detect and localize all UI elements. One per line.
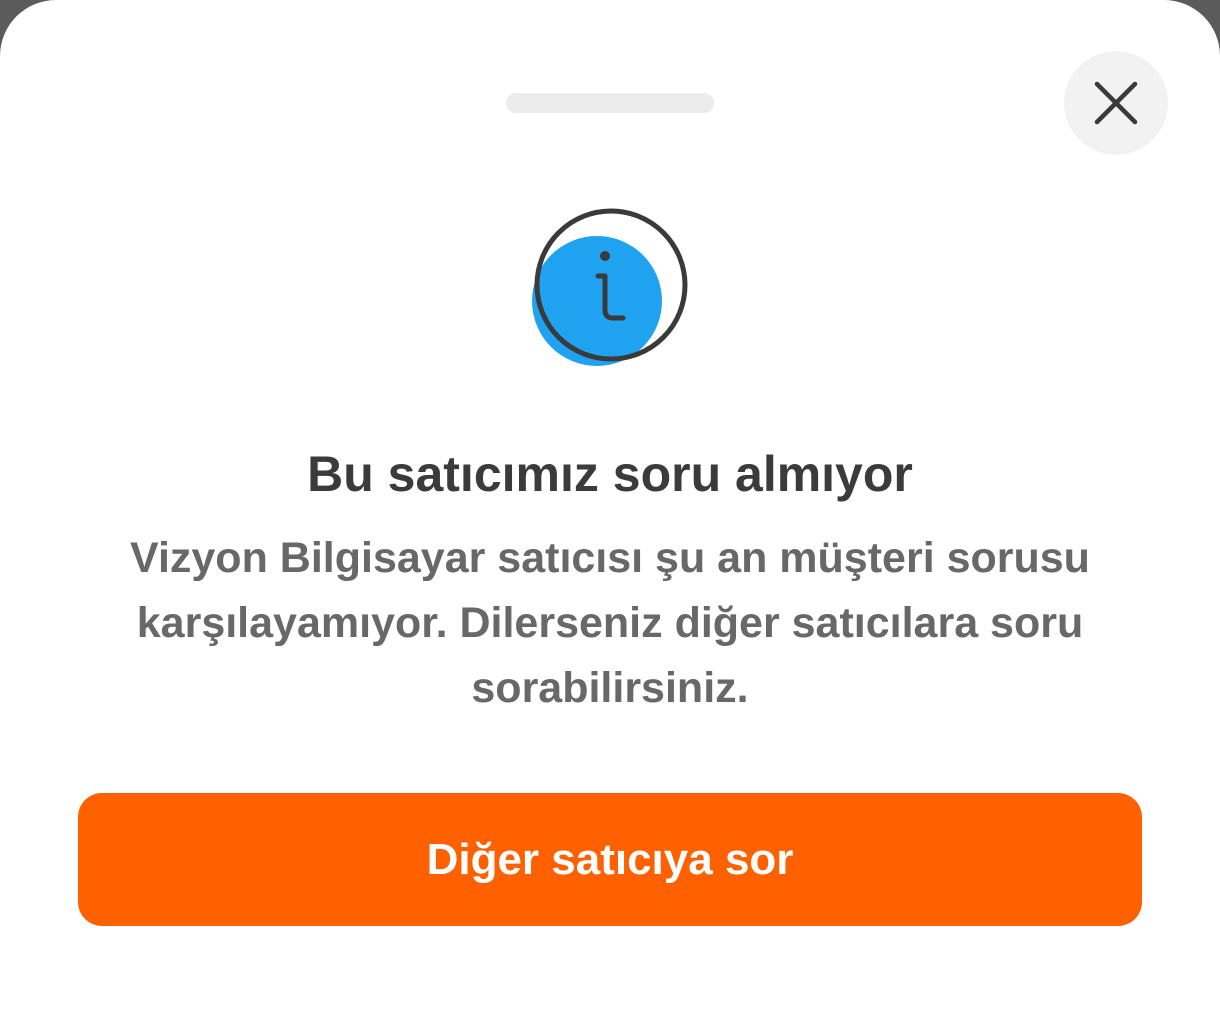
drag-handle[interactable] (506, 93, 714, 113)
bottom-sheet-modal: Bu satıcımız soru almıyor Vizyon Bilgisa… (0, 0, 1220, 1010)
ask-other-seller-button[interactable]: Diğer satıcıya sor (78, 793, 1142, 926)
info-icon (532, 208, 688, 366)
close-icon (1094, 81, 1138, 125)
modal-title: Bu satıcımız soru almıyor (307, 446, 913, 502)
close-button[interactable] (1064, 51, 1168, 155)
modal-message: Vizyon Bilgisayar satıcısı şu an müşteri… (130, 534, 1090, 712)
